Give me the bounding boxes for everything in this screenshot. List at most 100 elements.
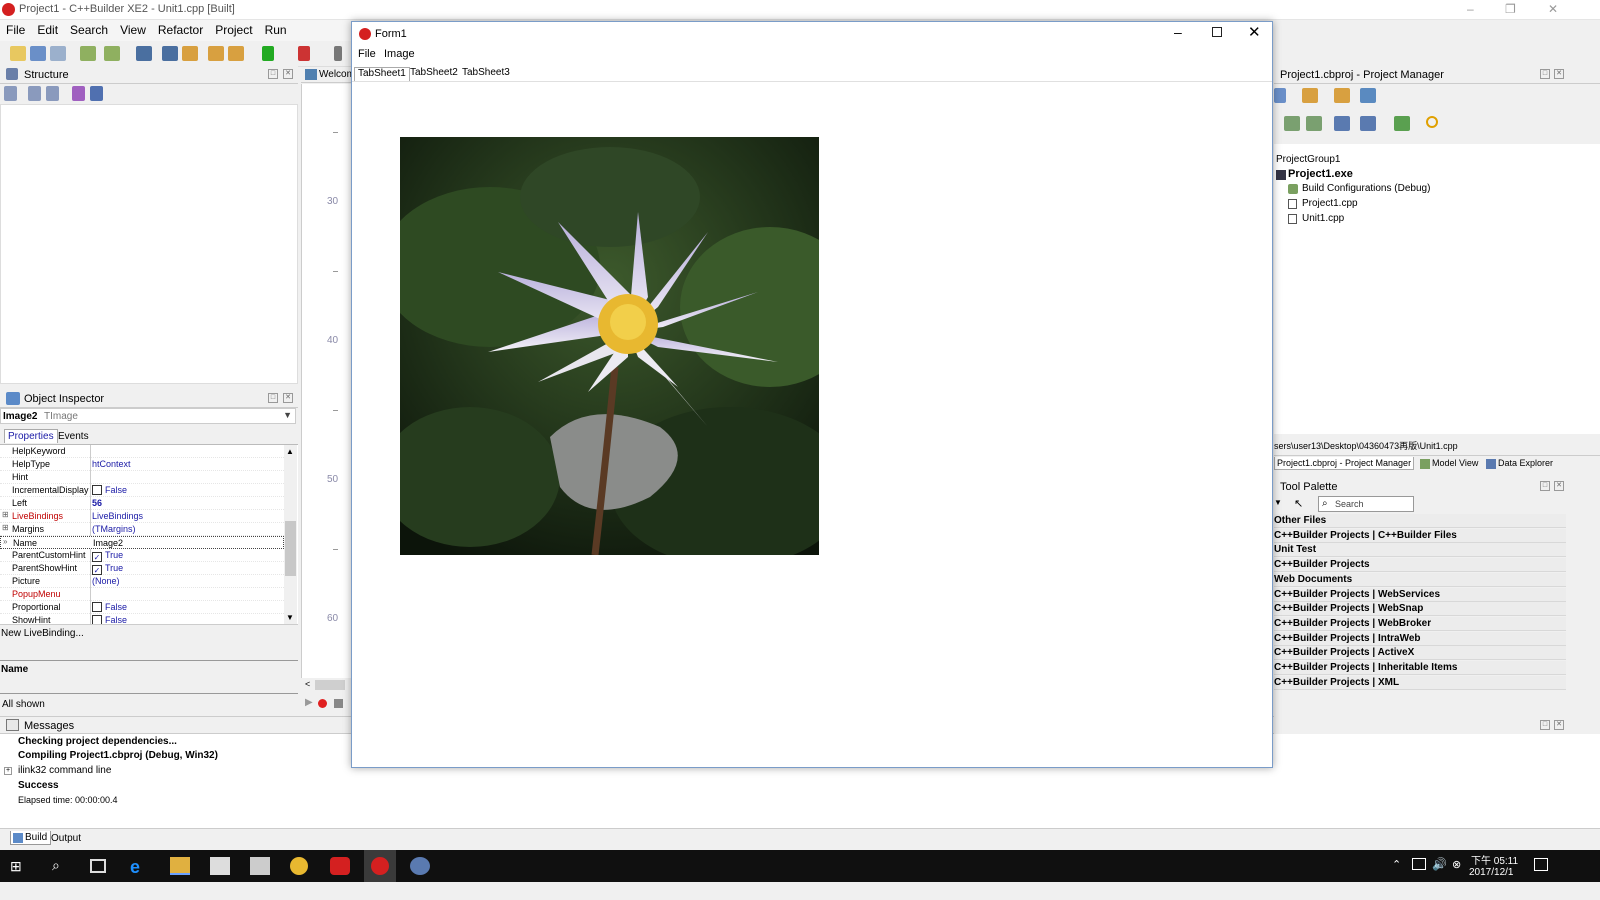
sort-icon[interactable]: [4, 86, 17, 101]
tab-output[interactable]: Output: [51, 833, 81, 844]
property-value[interactable]: ✓ True: [92, 563, 123, 575]
save-all-icon[interactable]: [162, 46, 178, 61]
palette-category[interactable]: C++Builder Projects | IntraWeb: [1274, 631, 1566, 646]
form1-window[interactable]: Form1 – ✕ File Image TabSheet1 TabSheet2…: [351, 21, 1273, 768]
expand-icon[interactable]: +: [4, 767, 12, 775]
tab-events[interactable]: Events: [55, 430, 92, 443]
tab-welcome[interactable]: Welcom: [319, 69, 355, 80]
activate-icon[interactable]: [1274, 88, 1286, 103]
open-project-icon[interactable]: [182, 46, 198, 61]
scroll-thumb[interactable]: [285, 521, 296, 576]
save-icon[interactable]: [136, 46, 152, 61]
property-row[interactable]: » Name Image2: [0, 536, 284, 549]
property-row[interactable]: ⊞ LiveBindings LiveBindings: [0, 510, 284, 523]
property-row[interactable]: ShowHint False: [0, 614, 284, 624]
pointer-icon[interactable]: ↖: [1294, 497, 1303, 510]
tree-item-projectgroup[interactable]: ProjectGroup1: [1276, 154, 1340, 165]
property-row[interactable]: Hint: [0, 471, 284, 484]
property-row[interactable]: ParentCustomHint ✓ True: [0, 549, 284, 562]
property-row[interactable]: ParentShowHint ✓ True: [0, 562, 284, 575]
structure-tree[interactable]: [0, 104, 298, 384]
editor-h-scrollbar[interactable]: <: [301, 678, 351, 692]
property-value[interactable]: htContext: [92, 459, 131, 469]
volume-icon[interactable]: 🔊: [1432, 857, 1447, 871]
close-icon[interactable]: ✕: [1548, 2, 1558, 16]
property-value[interactable]: (TMargins): [92, 524, 136, 534]
expand-icon[interactable]: ⊞: [2, 523, 9, 532]
palette-category[interactable]: Unit Test: [1274, 543, 1566, 558]
pin-icon[interactable]: □: [268, 69, 278, 79]
property-row[interactable]: PopupMenu: [0, 588, 284, 601]
start-icon[interactable]: ⊞: [10, 858, 26, 874]
new-item-icon[interactable]: [1302, 88, 1318, 103]
palette-category[interactable]: Other Files: [1274, 514, 1566, 528]
scroll-thumb[interactable]: [315, 680, 345, 690]
tray-chevron-icon[interactable]: ⌃: [1392, 858, 1401, 871]
clock-time[interactable]: 下午 05:11: [1471, 852, 1518, 867]
pause-icon[interactable]: [334, 46, 342, 61]
property-value[interactable]: (None): [92, 576, 120, 586]
form-app-task-icon[interactable]: [410, 857, 430, 875]
menu-run[interactable]: Run: [259, 20, 293, 37]
filter-icon[interactable]: [72, 86, 85, 101]
close-panel-icon[interactable]: ✕: [1554, 481, 1564, 491]
minimize-icon[interactable]: –: [1467, 2, 1474, 16]
add-to-project-icon[interactable]: [208, 46, 224, 61]
expand-all-icon[interactable]: [28, 86, 41, 101]
tab-tabsheet1[interactable]: TabSheet1: [354, 67, 410, 81]
scroll-up-icon[interactable]: ▲: [286, 447, 294, 456]
stop-icon[interactable]: [334, 699, 343, 708]
categories-dropdown-icon[interactable]: ▼: [1274, 498, 1282, 507]
task-view-icon[interactable]: [90, 859, 106, 873]
property-grid[interactable]: ▲ ▼ HelpKeyword HelpType htContext Hint Incr…: [0, 444, 298, 624]
tree-item-unit-cpp[interactable]: Unit1.cpp: [1302, 213, 1344, 224]
run-icon[interactable]: [262, 46, 274, 61]
property-row[interactable]: Picture (None): [0, 575, 284, 588]
maximize-icon[interactable]: [1212, 27, 1222, 37]
file-explorer-icon[interactable]: [170, 857, 190, 875]
palette-category[interactable]: Web Documents: [1274, 572, 1566, 587]
sync-icon[interactable]: [1360, 116, 1376, 131]
palette-category[interactable]: C++Builder Projects: [1274, 558, 1566, 573]
record-icon[interactable]: [318, 699, 327, 708]
grid-icon[interactable]: [90, 86, 103, 101]
pin-icon[interactable]: □: [1540, 481, 1550, 491]
restore-icon[interactable]: ❐: [1505, 2, 1516, 16]
form-menu-image[interactable]: Image: [384, 48, 415, 60]
tab-build[interactable]: Build: [10, 831, 52, 845]
ime-icon[interactable]: ⊗: [1452, 858, 1461, 871]
collapse-all-icon[interactable]: [46, 86, 59, 101]
network-icon[interactable]: [1412, 858, 1426, 870]
palette-category[interactable]: C++Builder Projects | XML: [1274, 675, 1566, 690]
palette-search-input[interactable]: ⌕ Search: [1318, 496, 1414, 512]
tab-model-view[interactable]: Model View: [1432, 458, 1478, 468]
tree-item-build-config[interactable]: Build Configurations (Debug): [1302, 183, 1430, 194]
unchecked-checkbox-icon[interactable]: [92, 615, 102, 624]
remove-from-project-icon[interactable]: [228, 46, 244, 61]
menu-file[interactable]: File: [0, 20, 31, 37]
property-value[interactable]: Image2: [93, 538, 123, 548]
rad-studio-icon[interactable]: [330, 857, 350, 875]
close-panel-icon[interactable]: ✕: [1554, 720, 1564, 730]
reopen-icon[interactable]: [50, 46, 66, 61]
close-panel-icon[interactable]: ✕: [283, 69, 293, 79]
tab-project-manager[interactable]: Project1.cbproj - Project Manager: [1274, 457, 1415, 470]
property-value[interactable]: False: [92, 485, 127, 495]
property-value[interactable]: ✓ True: [92, 550, 123, 562]
palette-category[interactable]: C++Builder Projects | WebServices: [1274, 587, 1566, 602]
cbuilder-task-icon[interactable]: [364, 850, 396, 882]
tree-item-project-cpp[interactable]: Project1.cpp: [1302, 198, 1358, 209]
scroll-down-icon[interactable]: ▼: [286, 613, 294, 622]
property-value[interactable]: False: [92, 615, 127, 624]
tab-tabsheet3[interactable]: TabSheet3: [459, 67, 513, 81]
menu-project[interactable]: Project: [209, 20, 258, 37]
collapse-icon[interactable]: [1306, 116, 1322, 131]
tab-tabsheet2[interactable]: TabSheet2: [407, 67, 461, 81]
scrollbar[interactable]: ▲ ▼: [284, 445, 297, 624]
mail-icon[interactable]: [250, 857, 270, 875]
build-order-icon[interactable]: [1334, 116, 1350, 131]
palette-category[interactable]: C++Builder Projects | ActiveX: [1274, 646, 1566, 661]
expand-icon[interactable]: ⊞: [2, 510, 9, 519]
action-center-icon[interactable]: [1534, 858, 1548, 871]
property-row[interactable]: Proportional False: [0, 601, 284, 614]
